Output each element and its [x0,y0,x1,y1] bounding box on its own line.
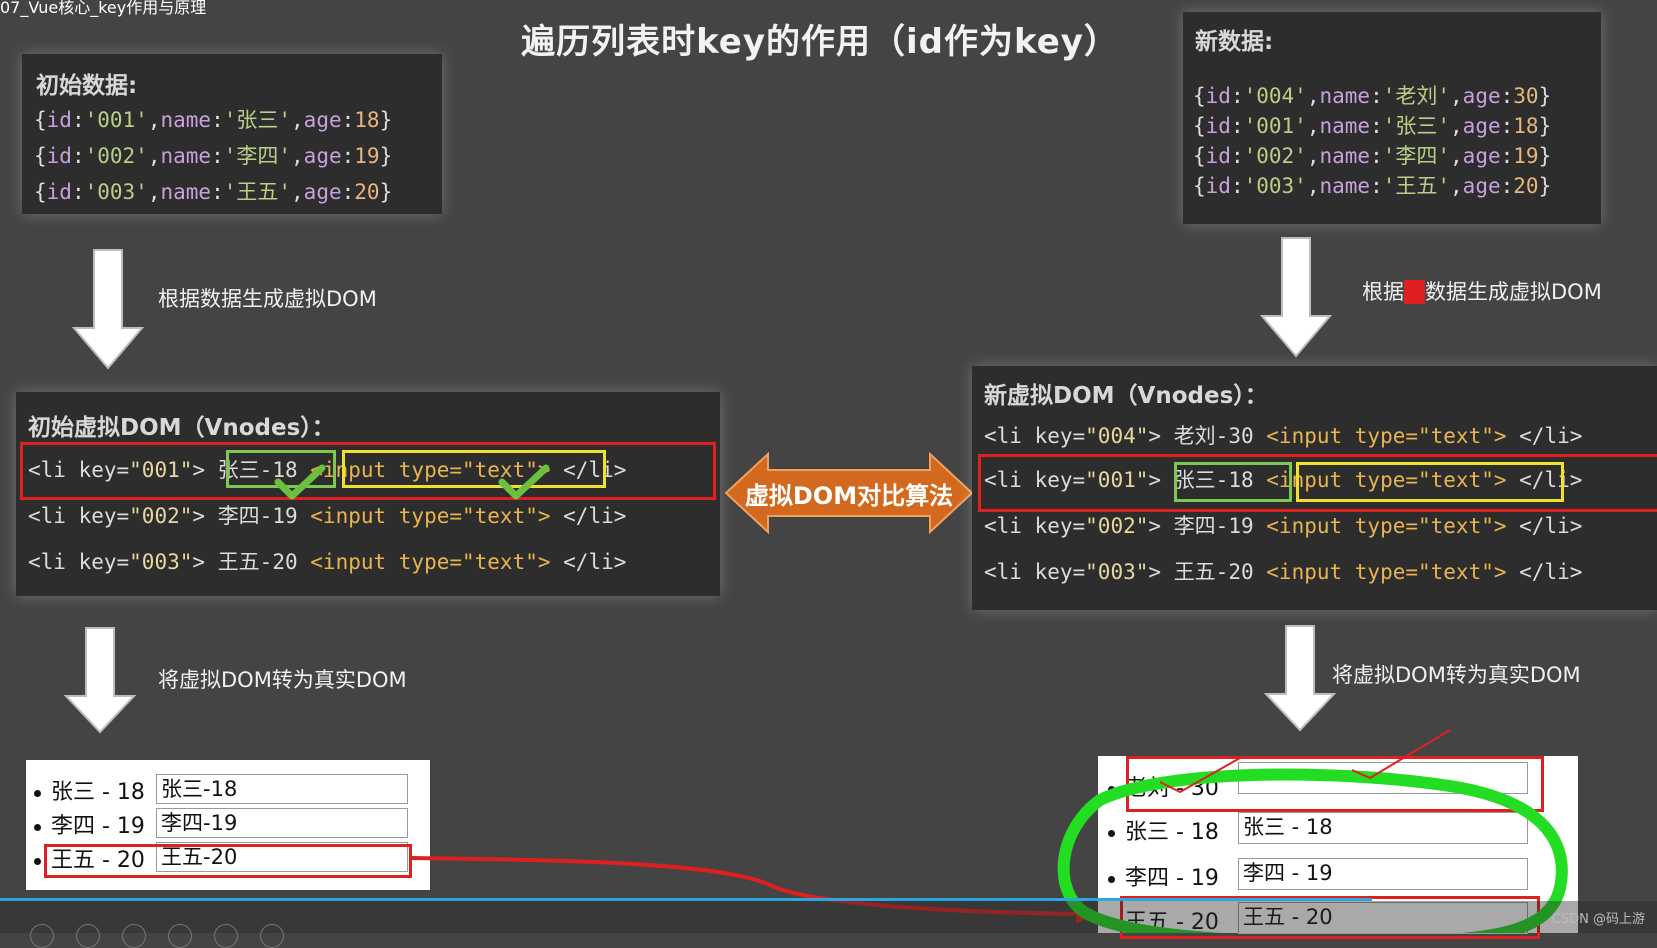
watermark: CSDN @码上游 [1551,912,1645,927]
player-control-icon[interactable] [76,924,100,948]
player-control-icon[interactable] [122,924,146,948]
video-control-bar [0,901,1657,933]
player-control-icon[interactable] [260,924,284,948]
player-control-icon[interactable] [168,924,192,948]
video-progress-bar[interactable] [0,898,1372,901]
player-control-icon[interactable] [214,924,238,948]
annotation-overlay [409,729,1568,933]
annotation-tick [1351,729,1451,780]
player-control-icon[interactable] [30,924,54,948]
